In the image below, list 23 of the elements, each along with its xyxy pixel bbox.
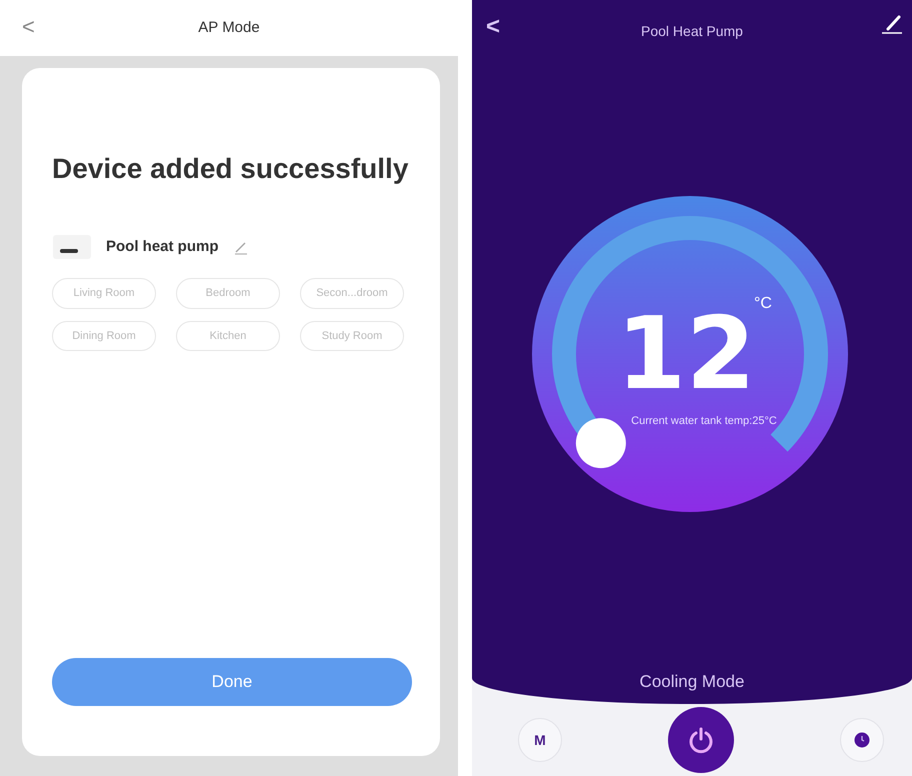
room-chip[interactable]: Bedroom (176, 278, 280, 308)
mode-button[interactable]: M (518, 718, 562, 762)
clock-icon (854, 732, 870, 748)
timer-button[interactable] (840, 718, 884, 762)
screen-title: AP Mode (198, 18, 260, 38)
power-icon (687, 726, 715, 754)
room-chip[interactable]: Dining Room (52, 320, 156, 351)
success-heading: Device added successfully (52, 152, 410, 186)
set-temperature: 12 (616, 295, 756, 412)
dial-handle[interactable] (576, 418, 626, 468)
screen-title: Pool Heat Pump (641, 22, 743, 41)
current-temperature: Current water tank temp:25°C (631, 415, 777, 427)
back-button[interactable]: < (480, 8, 506, 46)
room-chip[interactable]: Kitchen (176, 320, 280, 351)
room-chip[interactable]: Study Room (300, 320, 404, 351)
device-name: Pool heat pump (106, 236, 218, 257)
done-button[interactable]: Done (52, 658, 412, 706)
back-button[interactable]: < (18, 10, 39, 43)
room-chip[interactable]: Living Room (52, 278, 156, 308)
room-chip[interactable]: Secon...droom (300, 278, 404, 308)
device-icon (52, 234, 92, 260)
mode-label: Cooling Mode (640, 670, 744, 692)
temperature-unit: °C (754, 295, 772, 312)
